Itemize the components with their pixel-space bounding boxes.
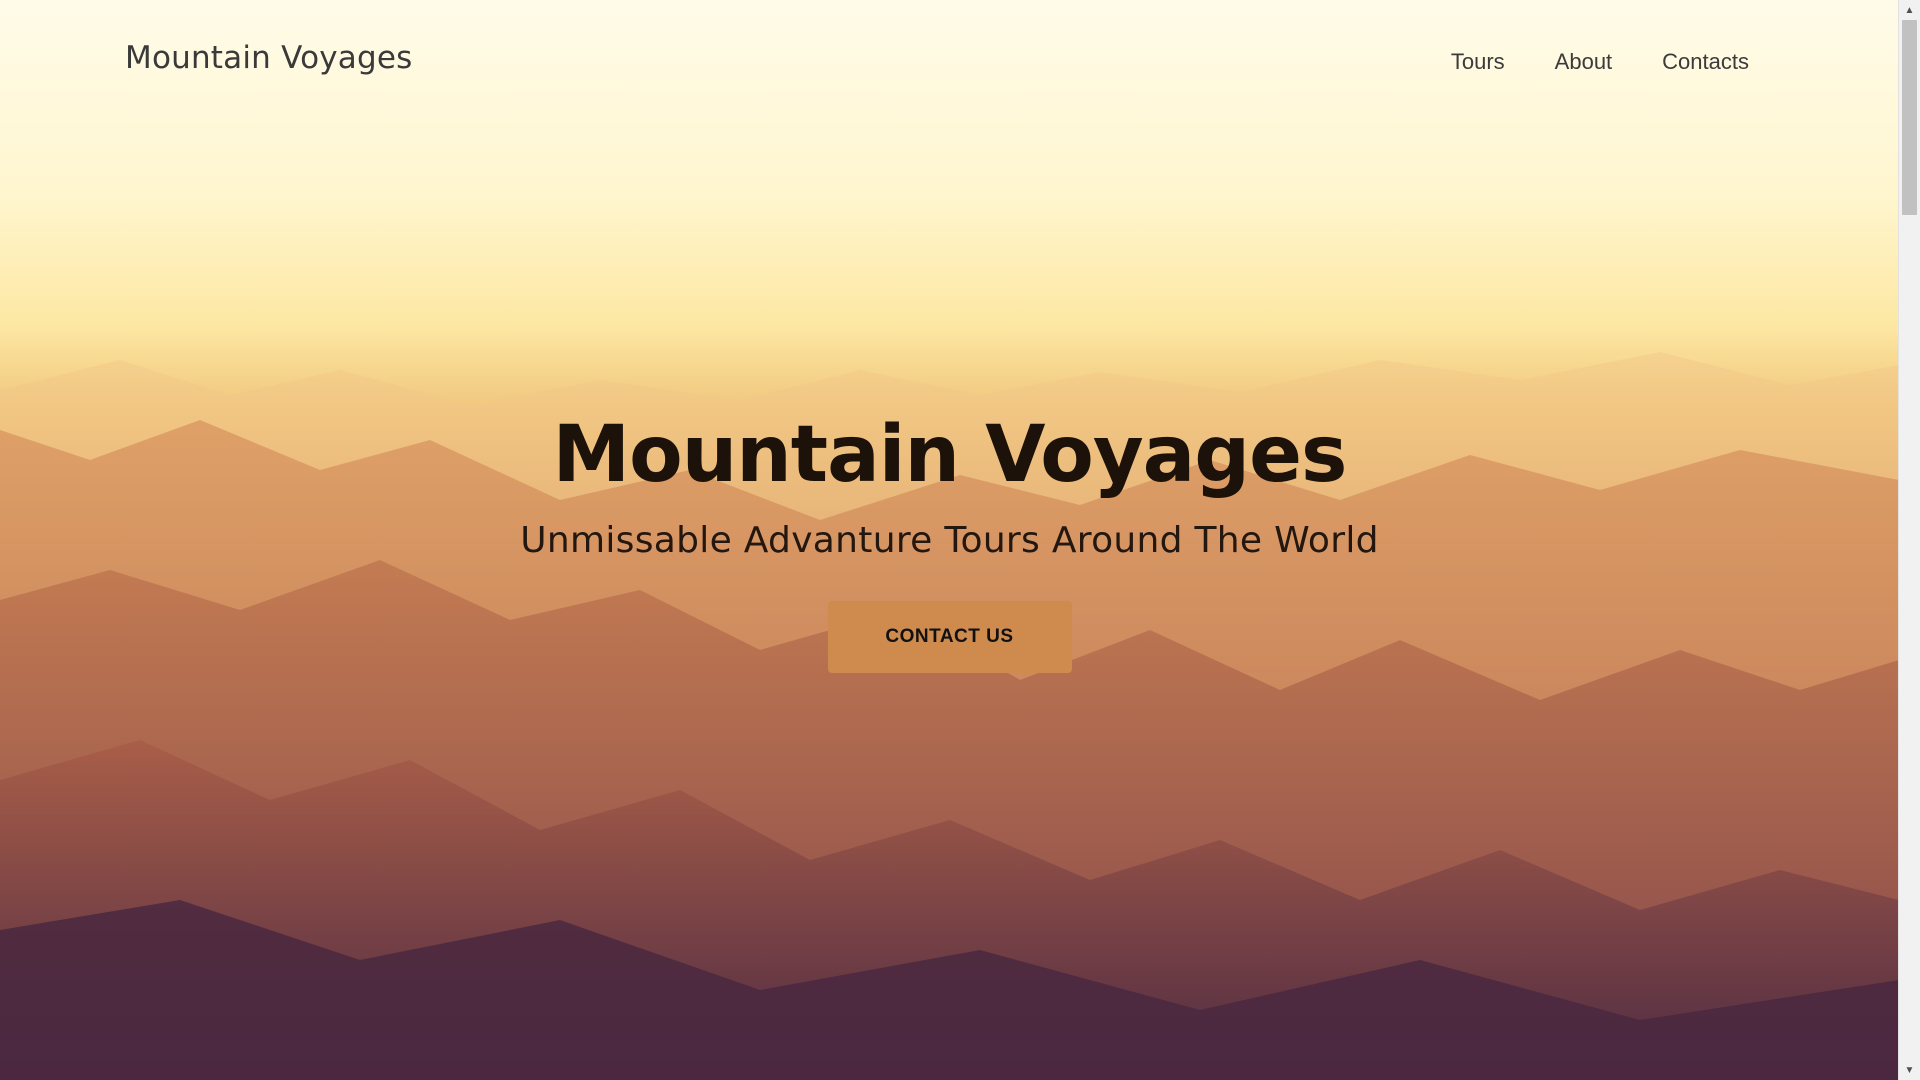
- contact-us-button[interactable]: CONTACT US: [827, 601, 1072, 673]
- nav-link-tours[interactable]: Tours: [1451, 49, 1505, 75]
- scrollbar-thumb[interactable]: [1902, 20, 1917, 215]
- hero-title: Mountain Voyages: [552, 410, 1348, 500]
- hero-subtitle: Unmissable Advanture Tours Around The Wo…: [520, 520, 1379, 561]
- nav-link-about[interactable]: About: [1555, 49, 1613, 75]
- brand-logo[interactable]: Mountain Voyages: [125, 40, 412, 76]
- nav-link-contacts[interactable]: Contacts: [1662, 49, 1749, 75]
- top-nav: Tours About Contacts: [1451, 49, 1749, 75]
- chevron-up-icon[interactable]: ▲: [1899, 2, 1920, 18]
- hero-background: Mountain Voyages Tours About Contacts Mo…: [0, 0, 1899, 1080]
- vertical-scrollbar[interactable]: ▲ ▼: [1898, 0, 1920, 1080]
- hero-content: Mountain Voyages Unmissable Advanture To…: [0, 410, 1899, 673]
- chevron-down-icon[interactable]: ▼: [1899, 1062, 1920, 1078]
